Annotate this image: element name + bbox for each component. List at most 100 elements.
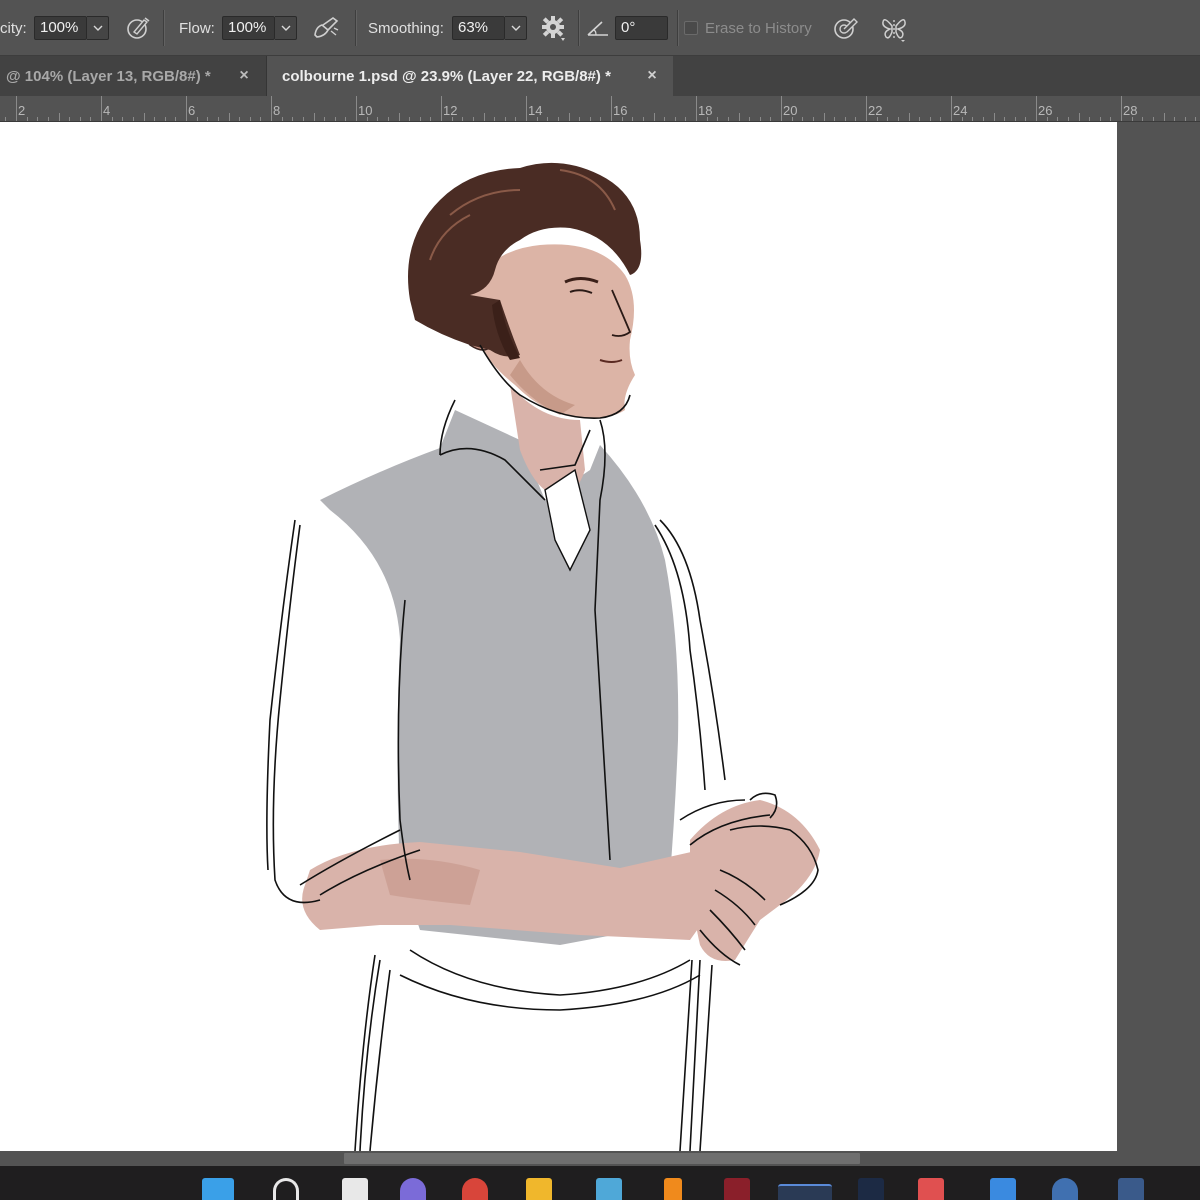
smoothing-dropdown-button[interactable]: [505, 16, 527, 40]
ruler-tick: [982, 117, 984, 121]
app-icon[interactable]: [400, 1178, 426, 1200]
ruler-label: 14: [528, 103, 543, 118]
close-icon[interactable]: ×: [644, 67, 660, 85]
ruler-tick: [1078, 113, 1080, 121]
ruler-tick: [866, 96, 867, 121]
ruler-tick: [430, 117, 432, 121]
app-icon[interactable]: [724, 1178, 750, 1200]
ruler-tick: [653, 113, 655, 121]
chevron-down-icon: [281, 25, 290, 31]
ruler-tick: [186, 96, 187, 121]
ruler-tick: [600, 117, 602, 121]
document-tab-layer13[interactable]: @ 104% (Layer 13, RGB/8#) * ×: [0, 56, 267, 96]
portrait-illustration: [266, 162, 820, 1151]
ruler-tick: [855, 117, 857, 121]
ruler-label: 28: [1123, 103, 1138, 118]
document-tab-colbourne[interactable]: colbourne 1.psd @ 23.9% (Layer 22, RGB/8…: [267, 56, 673, 96]
tool-options-bar: city: 100% Flow: 100% Smoothing: 63% 0° …: [0, 0, 1200, 56]
ruler-tick: [557, 117, 559, 121]
ruler-tick: [122, 117, 124, 121]
ruler-tick: [897, 117, 899, 121]
ruler-tick: [398, 113, 400, 121]
ruler-tick: [823, 113, 825, 121]
flow-input[interactable]: 100%: [222, 16, 275, 40]
ruler-tick: [1184, 117, 1186, 121]
smoothing-input[interactable]: 63%: [452, 16, 505, 40]
ruler-label: 4: [103, 103, 111, 118]
search-icon[interactable]: [273, 1178, 299, 1200]
ruler-tick: [940, 117, 942, 121]
ruler-tick: [1057, 117, 1059, 121]
ruler-tick: [217, 117, 219, 121]
ruler-tick: [929, 117, 931, 121]
airbrush-pressure-icon[interactable]: [124, 14, 152, 42]
app-icon[interactable]: [664, 1178, 682, 1200]
ruler-tick: [1099, 117, 1101, 121]
ruler-tick: [972, 117, 974, 121]
ruler-tick: [90, 117, 92, 121]
ruler-tick: [611, 96, 612, 121]
horizontal-ruler[interactable]: 2 4 6 8 10 12 14 16 18 20 22 24 26 28: [0, 96, 1200, 122]
ruler-tick: [802, 117, 804, 121]
photoshop-icon[interactable]: [778, 1184, 832, 1200]
opacity-input[interactable]: 100%: [34, 16, 87, 40]
ruler-tick: [759, 117, 761, 121]
app-icon[interactable]: [990, 1178, 1016, 1200]
app-icon[interactable]: [858, 1178, 884, 1200]
ruler-tick: [717, 117, 719, 121]
symmetry-butterfly-icon[interactable]: [880, 14, 908, 42]
ruler-tick: [844, 117, 846, 121]
ruler-tick: [834, 117, 836, 121]
calendar-icon[interactable]: [918, 1178, 944, 1200]
app-icon[interactable]: [1118, 1178, 1144, 1200]
close-icon[interactable]: ×: [236, 67, 252, 85]
ruler-tick: [472, 117, 474, 121]
folder-icon[interactable]: [526, 1178, 552, 1200]
ruler-tick: [260, 117, 262, 121]
document-canvas[interactable]: [0, 122, 1117, 1151]
ruler-tick: [1121, 96, 1122, 121]
ruler-tick: [908, 113, 910, 121]
hands: [690, 800, 820, 961]
ruler-tick: [47, 117, 49, 121]
ruler-tick: [738, 113, 740, 121]
ruler-tick: [483, 113, 485, 121]
ruler-tick: [1195, 117, 1197, 121]
ruler-tick: [1067, 117, 1069, 121]
photos-icon[interactable]: [596, 1178, 622, 1200]
ruler-tick: [1174, 117, 1176, 121]
file-explorer-icon[interactable]: [342, 1178, 368, 1200]
tab-label: colbourne 1.psd @ 23.9% (Layer 22, RGB/8…: [282, 67, 611, 85]
ruler-tick: [16, 96, 17, 121]
ruler-tick: [1004, 117, 1006, 121]
horizontal-scrollbar-thumb[interactable]: [344, 1153, 860, 1164]
ruler-tick: [579, 117, 581, 121]
brush-angle-input[interactable]: 0°: [615, 16, 668, 40]
ruler-tick: [727, 117, 729, 121]
ruler-tick: [313, 113, 315, 121]
pressure-size-icon[interactable]: [832, 14, 860, 42]
ruler-tick: [664, 117, 666, 121]
ruler-tick: [164, 117, 166, 121]
airbrush-icon[interactable]: [312, 14, 340, 42]
ruler-tick: [228, 113, 230, 121]
flow-dropdown-button[interactable]: [275, 16, 297, 40]
ruler-tick: [111, 117, 113, 121]
erase-to-history-checkbox[interactable]: [684, 21, 698, 35]
chrome-icon[interactable]: [462, 1178, 488, 1200]
ruler-tick: [239, 117, 241, 121]
windows-start-icon[interactable]: [202, 1178, 234, 1200]
ruler-tick: [685, 117, 687, 121]
opacity-dropdown-button[interactable]: [87, 16, 109, 40]
app-icon[interactable]: [1052, 1178, 1078, 1200]
ruler-tick: [334, 117, 336, 121]
separator: [578, 10, 579, 46]
ruler-tick: [770, 117, 772, 121]
ruler-tick: [749, 117, 751, 121]
ruler-tick: [5, 117, 7, 121]
smoothing-settings-gear-icon[interactable]: [540, 14, 568, 42]
ruler-tick: [196, 117, 198, 121]
ruler-tick: [568, 113, 570, 121]
ruler-tick: [547, 117, 549, 121]
chevron-down-icon: [93, 25, 102, 31]
